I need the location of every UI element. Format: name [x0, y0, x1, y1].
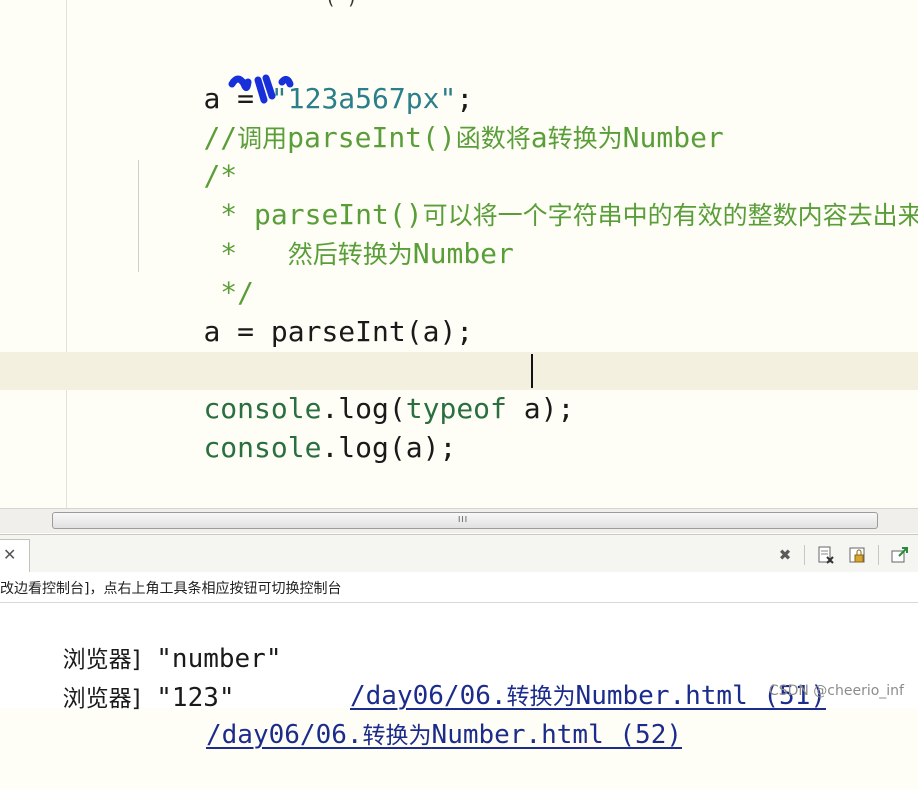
code-token: a); [506, 392, 575, 425]
console-log-row: 浏览器] "123" /day06/06.转换为Number.html (52) [0, 644, 682, 750]
code-line-1[interactable]: a = "123a567px"; [136, 42, 473, 115]
gutter-divider [66, 0, 67, 508]
code-token: .log(a); [321, 431, 457, 464]
code-token: console [203, 431, 322, 464]
code-line-3[interactable]: /* [136, 119, 237, 192]
comment-token: 然后转换为 [287, 240, 413, 269]
code-line-9[interactable]: console.log(a); [136, 391, 456, 464]
code-editor[interactable]: ( ) a = "123a567px"; //调用parseInt()函数将a转… [0, 0, 918, 508]
source-link-part: Number.html (52) [431, 720, 682, 750]
comment-token: 函数将 [455, 124, 531, 153]
code-line-7[interactable]: a = parseInt(a); [136, 275, 473, 348]
log-value: "123" [140, 683, 235, 713]
console-header: ✕ ✖ [0, 534, 918, 573]
partial-code-line: ( ) [325, 0, 358, 9]
console-tab[interactable]: ✕ [0, 539, 30, 572]
code-token: a = parseInt(a); [203, 315, 474, 348]
scrollbar-grip: III [458, 515, 469, 524]
detach-icon[interactable] [890, 545, 910, 565]
comment-token: parseInt() [287, 121, 456, 154]
source-link-part: /day06/06. [350, 681, 507, 711]
code-line-5[interactable]: * 然后转换为Number [136, 197, 514, 270]
console-hint-text: 改边看控制台]，点右上角工具条相应按钮可切换控制台 [0, 581, 342, 597]
toolbar-divider [804, 545, 805, 565]
lock-icon[interactable] [848, 545, 868, 565]
comment-token: a [530, 121, 548, 154]
source-link-part: 转换为 [362, 723, 432, 749]
horizontal-scrollbar[interactable]: III [0, 508, 918, 533]
comment-token: 调用 [237, 124, 288, 153]
code-line-2[interactable]: //调用parseInt()函数将a转换为Number [136, 81, 723, 154]
watermark: CSDN @cheerio_inf [768, 683, 904, 699]
close-icon[interactable]: ✕ [3, 545, 16, 564]
comment-token: Number [412, 237, 514, 270]
toolbar-divider [878, 545, 879, 565]
code-line-4[interactable]: * parseInt()可以将一个字符串中的有效的整数内容去出来， [136, 158, 918, 231]
source-link-part: /day06/06. [206, 720, 363, 750]
console-log-row: 浏览器] "number" /day06/06.转换为Number.html (… [0, 605, 826, 711]
log-prefix: 浏览器] [62, 686, 141, 712]
source-link[interactable]: /day06/06.转换为Number.html (51) [350, 678, 826, 715]
source-link-part: 转换为 [506, 684, 576, 710]
code-line-8[interactable]: console.log(typeof a); [136, 352, 574, 425]
text-caret [531, 354, 533, 388]
export-icon[interactable] [816, 545, 836, 565]
source-link[interactable]: /day06/06.转换为Number.html (52) [206, 717, 682, 754]
code-line-6[interactable]: */ [136, 236, 254, 309]
comment-token: Number [622, 121, 724, 154]
clear-icon[interactable]: ✖ [775, 545, 795, 565]
comment-token: 转换为 [547, 124, 623, 153]
console-divider [0, 602, 918, 603]
